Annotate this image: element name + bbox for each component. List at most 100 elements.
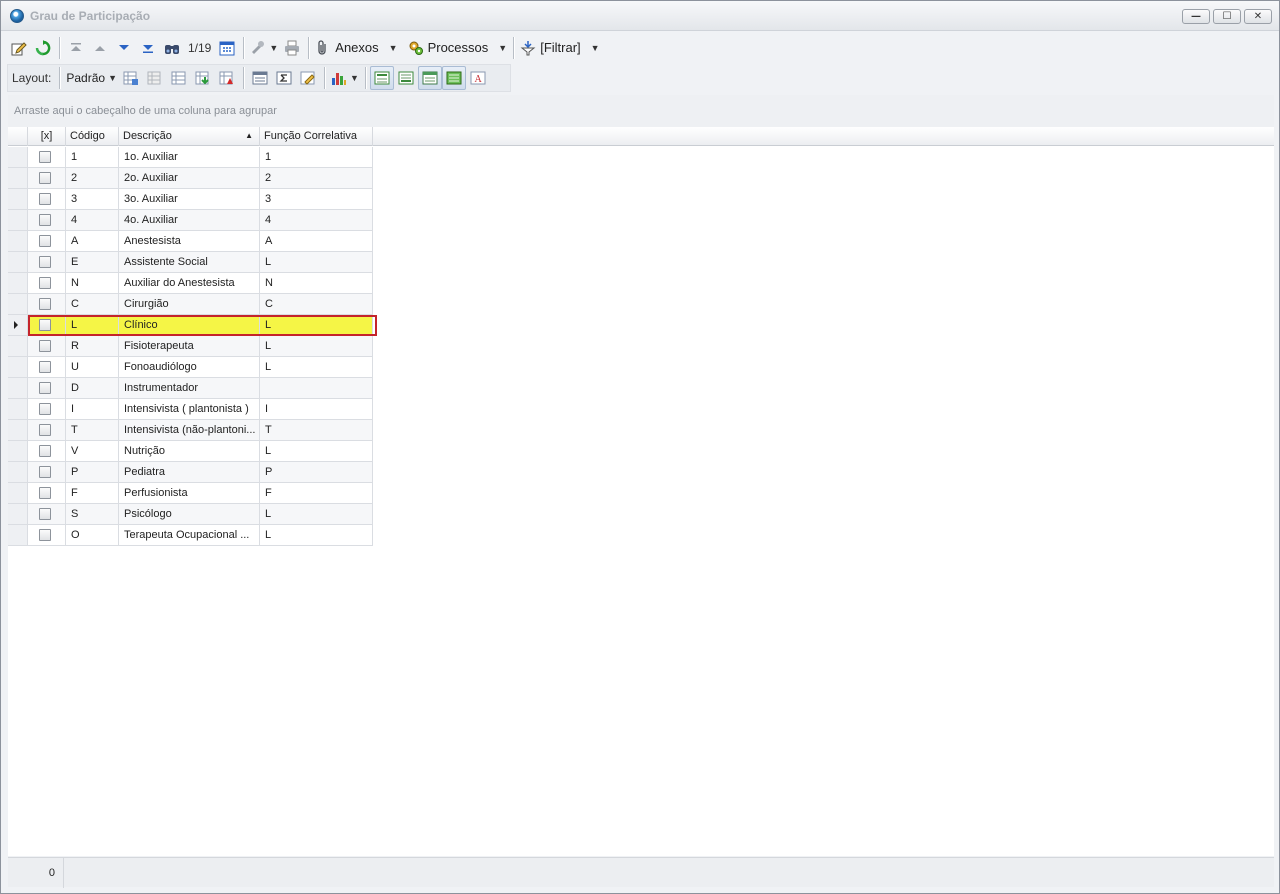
funcao-cell[interactable]: 2 — [260, 168, 373, 189]
first-record-button[interactable] — [64, 36, 88, 60]
codigo-cell[interactable]: O — [66, 525, 119, 546]
descricao-cell[interactable]: Instrumentador — [119, 378, 260, 399]
table-row[interactable]: T Intensivista (não-plantoni... T — [8, 420, 373, 441]
row-indicator[interactable] — [8, 357, 28, 378]
row-checkbox[interactable] — [39, 319, 51, 331]
show-lines-button[interactable] — [441, 66, 466, 90]
table-row[interactable]: S Psicólogo L — [8, 504, 373, 525]
row-checkbox[interactable] — [39, 340, 51, 352]
edit-layout-button[interactable] — [296, 66, 320, 90]
table-row[interactable]: N Auxiliar do Anestesista N — [8, 273, 373, 294]
funcao-cell[interactable]: N — [260, 273, 373, 294]
funcao-cell[interactable]: L — [260, 252, 373, 273]
codigo-cell[interactable]: I — [66, 399, 119, 420]
funcao-cell[interactable]: L — [260, 357, 373, 378]
layout-delete-button[interactable] — [215, 66, 239, 90]
funcao-cell[interactable]: L — [260, 504, 373, 525]
layout-new-button[interactable] — [167, 66, 191, 90]
column-header-funcao[interactable]: Função Correlativa — [260, 127, 373, 146]
row-checkbox[interactable] — [39, 214, 51, 226]
row-indicator[interactable] — [8, 378, 28, 399]
funcao-cell[interactable]: L — [260, 336, 373, 357]
row-checkbox[interactable] — [39, 445, 51, 457]
codigo-cell[interactable]: E — [66, 252, 119, 273]
funcao-cell[interactable]: F — [260, 483, 373, 504]
show-footer-button[interactable] — [394, 66, 418, 90]
row-indicator[interactable] — [8, 525, 28, 546]
row-checkbox[interactable] — [39, 193, 51, 205]
codigo-cell[interactable]: T — [66, 420, 119, 441]
funcao-cell[interactable]: 3 — [260, 189, 373, 210]
codigo-cell[interactable]: D — [66, 378, 119, 399]
row-checkbox[interactable] — [39, 277, 51, 289]
previous-record-button[interactable] — [88, 36, 112, 60]
table-row[interactable]: R Fisioterapeuta L — [8, 336, 373, 357]
row-checkbox[interactable] — [39, 403, 51, 415]
last-record-button[interactable] — [136, 36, 160, 60]
row-checkbox[interactable] — [39, 172, 51, 184]
descricao-cell[interactable]: Auxiliar do Anestesista — [119, 273, 260, 294]
funcao-cell[interactable]: L — [260, 525, 373, 546]
row-indicator[interactable] — [8, 294, 28, 315]
codigo-cell[interactable]: 3 — [66, 189, 119, 210]
descricao-cell[interactable]: 4o. Auxiliar — [119, 210, 260, 231]
funcao-cell[interactable]: T — [260, 420, 373, 441]
descricao-cell[interactable]: 2o. Auxiliar — [119, 168, 260, 189]
maximize-button[interactable]: ☐ — [1213, 9, 1241, 24]
codigo-cell[interactable]: S — [66, 504, 119, 525]
codigo-cell[interactable]: 2 — [66, 168, 119, 189]
codigo-cell[interactable]: 4 — [66, 210, 119, 231]
row-checkbox[interactable] — [39, 466, 51, 478]
descricao-cell[interactable]: Terapeuta Ocupacional ... — [119, 525, 260, 546]
table-row[interactable]: I Intensivista ( plantonista ) I — [8, 399, 373, 420]
row-checkbox[interactable] — [39, 382, 51, 394]
table-row[interactable]: 1 1o. Auxiliar 1 — [8, 147, 373, 168]
row-indicator[interactable] — [8, 273, 28, 294]
funcao-cell[interactable] — [260, 378, 373, 399]
codigo-cell[interactable]: L — [66, 315, 119, 336]
row-indicator[interactable] — [8, 315, 28, 336]
descricao-cell[interactable]: Perfusionista — [119, 483, 260, 504]
row-indicator[interactable] — [8, 441, 28, 462]
row-indicator[interactable] — [8, 231, 28, 252]
descricao-cell[interactable]: Intensivista ( plantonista ) — [119, 399, 260, 420]
codigo-cell[interactable]: N — [66, 273, 119, 294]
show-group-panel-button[interactable] — [369, 66, 394, 90]
chart-button[interactable]: ▼ — [329, 66, 361, 90]
processos-button[interactable]: Processos ▼ — [406, 36, 510, 60]
next-record-button[interactable] — [112, 36, 136, 60]
row-indicator[interactable] — [8, 168, 28, 189]
row-checkbox[interactable] — [39, 298, 51, 310]
column-header-descricao[interactable]: Descrição ▲ — [119, 127, 260, 146]
codigo-cell[interactable]: C — [66, 294, 119, 315]
descricao-cell[interactable]: 1o. Auxiliar — [119, 147, 260, 168]
codigo-cell[interactable]: P — [66, 462, 119, 483]
codigo-cell[interactable]: F — [66, 483, 119, 504]
table-row[interactable]: U Fonoaudiólogo L — [8, 357, 373, 378]
minimize-button[interactable]: — — [1182, 9, 1210, 24]
calendar-button[interactable] — [215, 36, 239, 60]
codigo-cell[interactable]: V — [66, 441, 119, 462]
table-row[interactable]: 4 4o. Auxiliar 4 — [8, 210, 373, 231]
row-indicator[interactable] — [8, 147, 28, 168]
table-row[interactable]: V Nutrição L — [8, 441, 373, 462]
funcao-cell[interactable]: P — [260, 462, 373, 483]
funcao-cell[interactable]: C — [260, 294, 373, 315]
anexos-button[interactable]: Anexos ▼ — [313, 36, 399, 60]
descricao-cell[interactable]: Assistente Social — [119, 252, 260, 273]
funcao-cell[interactable]: L — [260, 315, 373, 336]
funcao-cell[interactable]: 1 — [260, 147, 373, 168]
tools-button[interactable]: ▼ — [248, 36, 280, 60]
table-row[interactable]: 3 3o. Auxiliar 3 — [8, 189, 373, 210]
column-header-codigo[interactable]: Código — [66, 127, 119, 146]
refresh-button[interactable] — [31, 36, 55, 60]
row-indicator[interactable] — [8, 399, 28, 420]
table-row[interactable]: P Pediatra P — [8, 462, 373, 483]
row-indicator[interactable] — [8, 462, 28, 483]
find-button[interactable] — [160, 36, 184, 60]
layout-dropdown[interactable]: Padrão ▼ — [64, 66, 119, 90]
row-indicator[interactable] — [8, 420, 28, 441]
funcao-cell[interactable]: I — [260, 399, 373, 420]
table-row[interactable]: A Anestesista A — [8, 231, 373, 252]
row-indicator[interactable] — [8, 252, 28, 273]
